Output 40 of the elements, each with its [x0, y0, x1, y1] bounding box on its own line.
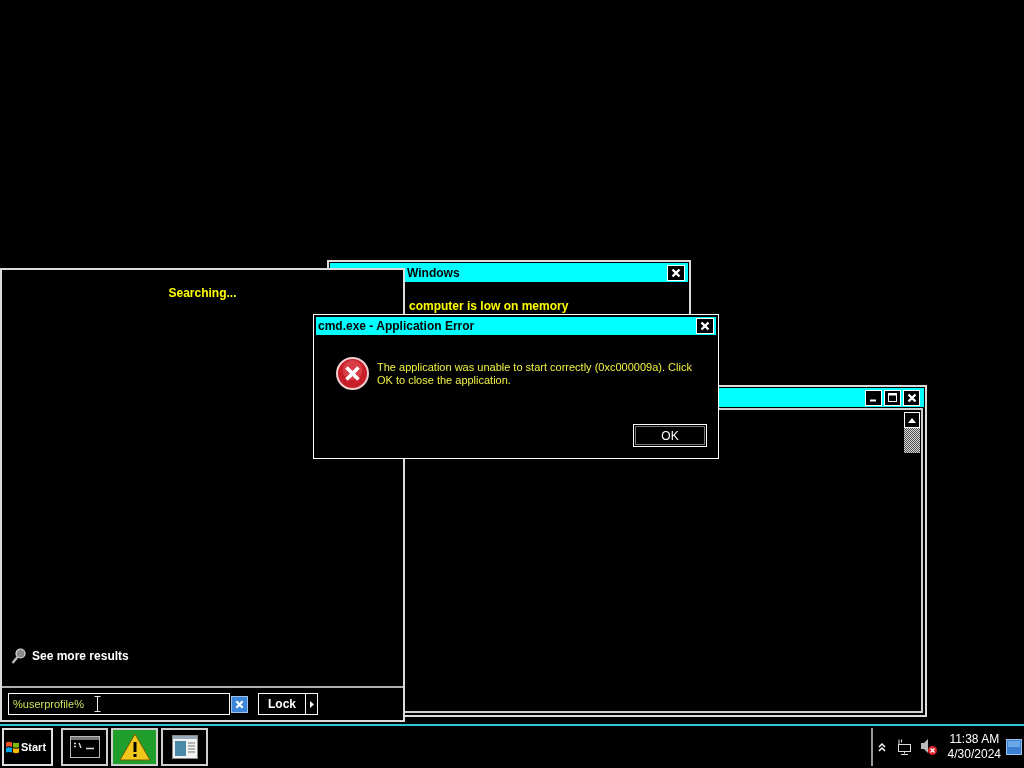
close-icon: [235, 699, 244, 709]
text-cursor-icon: [94, 696, 101, 712]
console-icon: [69, 736, 100, 758]
close-icon: [700, 321, 710, 331]
document-window-icon: [171, 735, 198, 759]
taskbar-button[interactable]: [61, 728, 108, 766]
clear-search-button[interactable]: [231, 695, 248, 713]
window-title: Windows: [407, 265, 460, 280]
windows-flag-icon: [6, 740, 19, 754]
clock[interactable]: 11:38 AM 4/30/2024: [947, 732, 1001, 762]
minimize-button[interactable]: [865, 389, 882, 406]
maximize-button[interactable]: [884, 389, 901, 406]
taskbar-button[interactable]: [161, 728, 208, 766]
clock-date: 4/30/2024: [947, 747, 1001, 762]
scroll-up-button[interactable]: [904, 412, 920, 428]
lock-button[interactable]: Lock: [258, 693, 306, 715]
see-more-results-link[interactable]: See more results: [11, 647, 129, 665]
muted-speaker-icon[interactable]: [920, 739, 937, 755]
close-button[interactable]: [667, 264, 685, 281]
close-button[interactable]: [696, 318, 714, 334]
right-arrow-icon: [309, 700, 314, 708]
maximize-icon: [888, 393, 897, 402]
warning-message: computer is low on memory: [409, 299, 569, 313]
search-status: Searching...: [168, 286, 237, 300]
dialog-title: cmd.exe - Application Error: [318, 319, 475, 333]
search-field[interactable]: %userprofile%: [8, 693, 230, 715]
chevron-up-icon[interactable]: [877, 742, 886, 752]
search-icon: [11, 648, 26, 664]
ok-button[interactable]: OK: [633, 424, 707, 447]
error-message: The application was unable to start correctly (0xc000009a). Click OK to close the application.: [377, 361, 693, 387]
clock-time: 11:38 AM: [949, 732, 1000, 747]
error-icon: [336, 357, 369, 390]
network-monitor-icon[interactable]: [896, 739, 912, 755]
up-arrow-icon: [908, 417, 916, 423]
start-button[interactable]: Start: [2, 728, 53, 766]
close-icon: [906, 392, 917, 403]
power-options-button[interactable]: [306, 693, 318, 715]
close-button[interactable]: [903, 389, 920, 406]
close-icon: [671, 267, 681, 278]
warning-icon: [118, 733, 151, 761]
